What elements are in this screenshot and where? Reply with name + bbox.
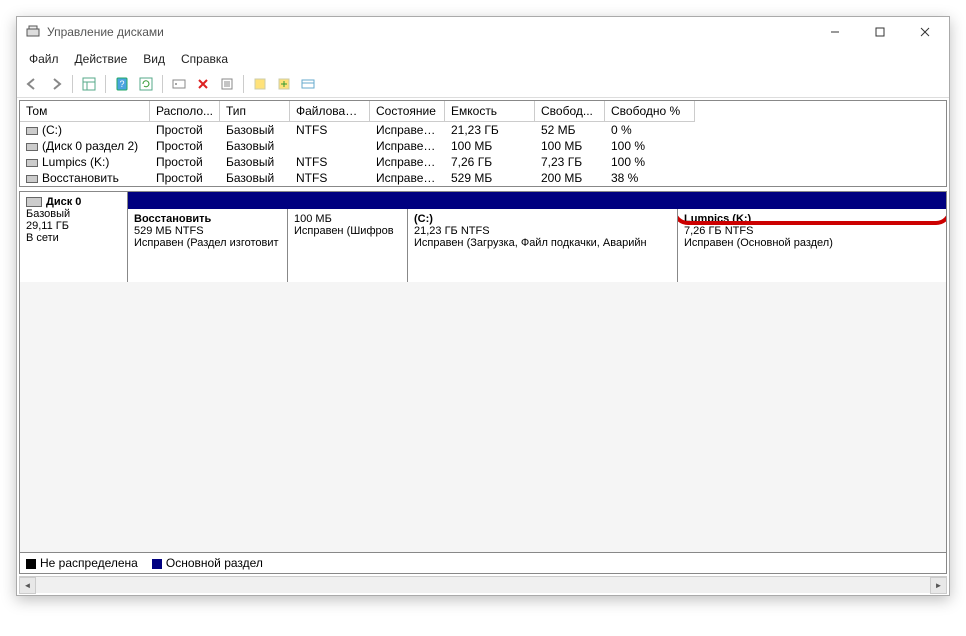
disk-management-window: Управление дисками Файл Действие Вид Спр… (16, 16, 950, 596)
refresh-button[interactable] (135, 73, 157, 95)
col-volume[interactable]: Том (20, 101, 150, 122)
menu-action[interactable]: Действие (67, 49, 136, 69)
column-headers: Том Располо... Тип Файловая с... Состоян… (20, 101, 946, 122)
col-status[interactable]: Состояние (370, 101, 445, 122)
legend-swatch-primary (152, 559, 162, 569)
col-type[interactable]: Тип (220, 101, 290, 122)
delete-button[interactable] (192, 73, 214, 95)
menu-file[interactable]: Файл (21, 49, 67, 69)
back-button[interactable] (21, 73, 43, 95)
minimize-button[interactable] (812, 18, 857, 46)
close-button[interactable] (902, 18, 947, 46)
svg-text:?: ? (119, 79, 124, 89)
help-button[interactable]: ? (111, 73, 133, 95)
graphical-view: Диск 0 Базовый 29,11 ГБ В сети Восстанов… (19, 191, 947, 574)
window-title: Управление дисками (47, 25, 812, 39)
show-hide-tree-button[interactable] (78, 73, 100, 95)
partition-header-bar (128, 192, 946, 209)
legend: Не распределена Основной раздел (20, 552, 946, 573)
volume-row[interactable]: (Диск 0 раздел 2) Простой Базовый Исправ… (20, 138, 946, 154)
volume-icon (26, 127, 38, 135)
properties-button[interactable] (216, 73, 238, 95)
volume-icon (26, 175, 38, 183)
menu-view[interactable]: Вид (135, 49, 173, 69)
titlebar: Управление дисками (17, 17, 949, 47)
col-layout[interactable]: Располо... (150, 101, 220, 122)
disk-row: Диск 0 Базовый 29,11 ГБ В сети Восстанов… (20, 192, 946, 282)
toolbar: ? (17, 71, 949, 98)
forward-button[interactable] (45, 73, 67, 95)
action-button-1[interactable] (249, 73, 271, 95)
partition-efi[interactable]: 100 МБ Исправен (Шифров (288, 209, 408, 282)
scroll-right-button[interactable]: ► (930, 577, 947, 594)
action-button-2[interactable] (273, 73, 295, 95)
volume-icon (26, 159, 38, 167)
settings-button[interactable] (168, 73, 190, 95)
disk-label[interactable]: Диск 0 Базовый 29,11 ГБ В сети (20, 192, 128, 282)
legend-swatch-unallocated (26, 559, 36, 569)
volume-row[interactable]: Восстановить Простой Базовый NTFS Исправ… (20, 170, 946, 186)
partition-recovery[interactable]: Восстановить 529 МБ NTFS Исправен (Разде… (128, 209, 288, 282)
app-icon (25, 24, 41, 40)
menu-help[interactable]: Справка (173, 49, 236, 69)
col-freepct[interactable]: Свободно % (605, 101, 695, 122)
menu-bar: Файл Действие Вид Справка (17, 47, 949, 71)
volume-list[interactable]: Том Располо... Тип Файловая с... Состоян… (19, 100, 947, 187)
partition-lumpics[interactable]: Lumpics (K:) 7,26 ГБ NTFS Исправен (Осно… (678, 209, 946, 282)
disk-icon (26, 197, 42, 207)
col-fs[interactable]: Файловая с... (290, 101, 370, 122)
maximize-button[interactable] (857, 18, 902, 46)
col-capacity[interactable]: Емкость (445, 101, 535, 122)
volume-icon (26, 143, 38, 151)
col-free[interactable]: Свобод... (535, 101, 605, 122)
horizontal-scrollbar[interactable]: ◄ ► (19, 576, 947, 593)
volume-row[interactable]: Lumpics (K:) Простой Базовый NTFS Исправ… (20, 154, 946, 170)
partition-c[interactable]: (C:) 21,23 ГБ NTFS Исправен (Загрузка, Ф… (408, 209, 678, 282)
action-button-3[interactable] (297, 73, 319, 95)
volume-row[interactable]: (C:) Простой Базовый NTFS Исправен... 21… (20, 122, 946, 138)
scroll-left-button[interactable]: ◄ (19, 577, 36, 594)
